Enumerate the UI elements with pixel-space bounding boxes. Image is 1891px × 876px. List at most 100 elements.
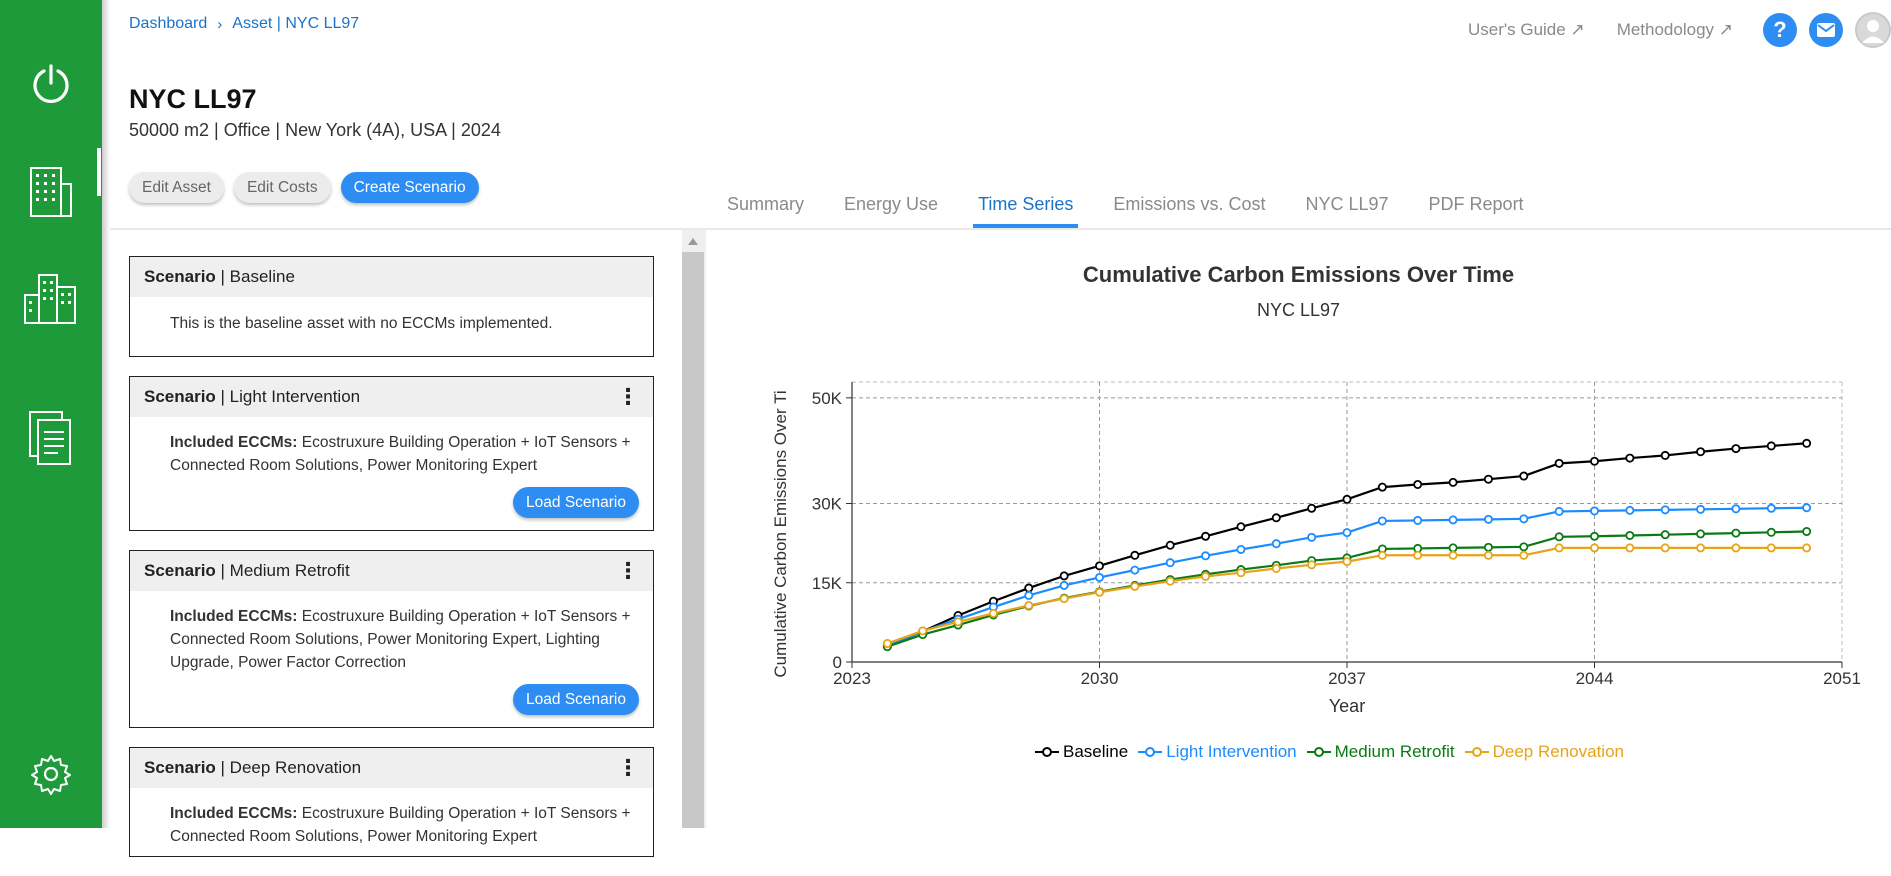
scenario-card: Scenario | Medium Retrofit ⋮ Included EC… [129,550,654,728]
more-options-icon[interactable]: ⋮ [617,757,639,779]
data-point-baseline [1342,494,1352,504]
help-icon[interactable]: ? [1763,13,1797,47]
edit-costs-button[interactable]: Edit Costs [233,172,331,203]
data-point-baseline [1201,531,1211,541]
breadcrumb-separator: › [217,15,223,33]
data-point-light-intervention [1201,551,1211,561]
data-point-light-intervention [1731,504,1741,514]
more-options-icon[interactable]: ⋮ [617,560,639,582]
data-point-light-intervention [1448,515,1458,525]
tab-nyc-ll97[interactable]: NYC LL97 [1300,190,1393,225]
data-point-deep-renovation [918,626,928,636]
data-point-light-intervention [1342,528,1352,538]
scenario-name: | Light Intervention [220,387,361,406]
scenario-scrollbar[interactable] [682,230,704,828]
data-point-deep-renovation [1483,550,1493,560]
tab-emissions-vs-cost[interactable]: Emissions vs. Cost [1108,190,1270,225]
data-point-light-intervention [1271,539,1281,549]
chart-subtitle: NYC LL97 [1256,300,1341,320]
methodology-link[interactable]: Methodology ↗ [1617,20,1733,40]
data-point-baseline [1024,583,1034,593]
scenario-description: This is the baseline asset with no ECCMs… [170,315,553,332]
asset-actions: Edit Asset Edit Costs Create Scenario [129,172,479,203]
load-scenario-button[interactable]: Load Scenario [513,487,639,518]
data-point-baseline [1696,447,1706,457]
data-point-deep-renovation [1766,543,1776,553]
legend-label: Medium Retrofit [1334,742,1455,761]
building-icon[interactable] [0,160,102,220]
documents-icon[interactable] [0,408,102,468]
more-options-icon[interactable]: ⋮ [617,386,639,408]
y-tick-label: 30K [812,495,843,514]
chart-legend: Baseline Light Intervention Medium Retro… [1035,742,1624,762]
data-point-baseline [1731,444,1741,454]
data-point-light-intervention [1519,514,1529,524]
tab-summary[interactable]: Summary [722,190,809,225]
sidebar-shadow [102,0,110,828]
data-point-light-intervention [1766,503,1776,513]
data-point-light-intervention [1660,505,1670,515]
data-point-medium-retrofit [1625,530,1635,540]
scenario-prefix: Scenario [144,387,216,406]
buildings-portfolio-icon[interactable] [0,268,102,328]
mail-icon[interactable] [1809,13,1843,47]
scenario-eccms: Included ECCMs: Ecostruxure Building Ope… [130,417,653,530]
load-scenario-button[interactable]: Load Scenario [513,684,639,715]
legend-label: Baseline [1063,742,1129,761]
edit-asset-button[interactable]: Edit Asset [129,172,224,203]
breadcrumb-dashboard-link[interactable]: Dashboard [129,15,207,33]
power-icon[interactable] [0,58,102,110]
scenario-header: Scenario | Deep Renovation ⋮ [130,748,653,788]
data-point-medium-retrofit [1766,527,1776,537]
data-point-baseline [1094,561,1104,571]
data-point-deep-renovation [1094,587,1104,597]
data-point-deep-renovation [1731,543,1741,553]
legend-item-deep-renovation[interactable]: Deep Renovation [1464,742,1624,762]
view-tabs: Summary Energy Use Time Series Emissions… [722,190,1559,228]
data-point-light-intervention [1094,572,1104,582]
settings-gear-icon[interactable] [0,750,102,798]
scenario-title: Scenario | Deep Renovation [144,758,361,778]
avatar[interactable] [1855,12,1891,48]
x-tick-label: 2037 [1328,669,1366,688]
emissions-time-series-chart: 015K30K50K2023 2030 2037 2044 2051YearCumula… [771,381,1861,716]
scenario-list: Scenario | Baseline This is the baseline… [129,256,654,876]
data-point-baseline [1236,522,1246,532]
data-point-light-intervention [1165,558,1175,568]
x-axis-label: Year [1329,696,1365,716]
data-point-light-intervention [1696,504,1706,514]
scenario-prefix: Scenario [144,267,216,286]
tab-energy-use[interactable]: Energy Use [839,190,943,225]
data-point-deep-renovation [1448,550,1458,560]
data-point-light-intervention [1413,515,1423,525]
data-point-baseline [1059,571,1069,581]
scroll-up-arrow-icon[interactable] [682,230,704,252]
tab-pdf-report[interactable]: PDF Report [1424,190,1529,225]
scenario-name: | Deep Renovation [220,758,362,777]
data-point-deep-renovation [1590,543,1600,553]
eccm-label: Included ECCMs: [170,608,298,625]
x-tick-label: 2044 [1576,669,1614,688]
data-point-light-intervention [1625,505,1635,515]
legend-item-baseline[interactable]: Baseline [1035,742,1128,762]
data-point-baseline [1271,513,1281,523]
breadcrumb-current[interactable]: Asset | NYC LL97 [232,15,359,33]
data-point-light-intervention [1554,506,1564,516]
tab-time-series[interactable]: Time Series [973,190,1079,228]
data-point-deep-renovation [1236,568,1246,578]
data-point-deep-renovation [1377,550,1387,560]
app-sidebar [0,0,102,828]
legend-item-medium-retrofit[interactable]: Medium Retrofit [1306,742,1455,762]
data-point-light-intervention [1236,544,1246,554]
create-scenario-button[interactable]: Create Scenario [340,172,479,203]
data-point-deep-renovation [953,617,963,627]
data-point-baseline [1766,441,1776,451]
data-point-baseline [1554,458,1564,468]
legend-item-light-intervention[interactable]: Light Intervention [1138,742,1297,762]
data-point-baseline [1660,450,1670,460]
data-point-deep-renovation [1024,600,1034,610]
data-point-baseline [1377,482,1387,492]
data-point-deep-renovation [1554,543,1564,553]
page-title: NYC LL97 [129,84,257,114]
users-guide-link[interactable]: User's Guide ↗ [1468,20,1585,40]
